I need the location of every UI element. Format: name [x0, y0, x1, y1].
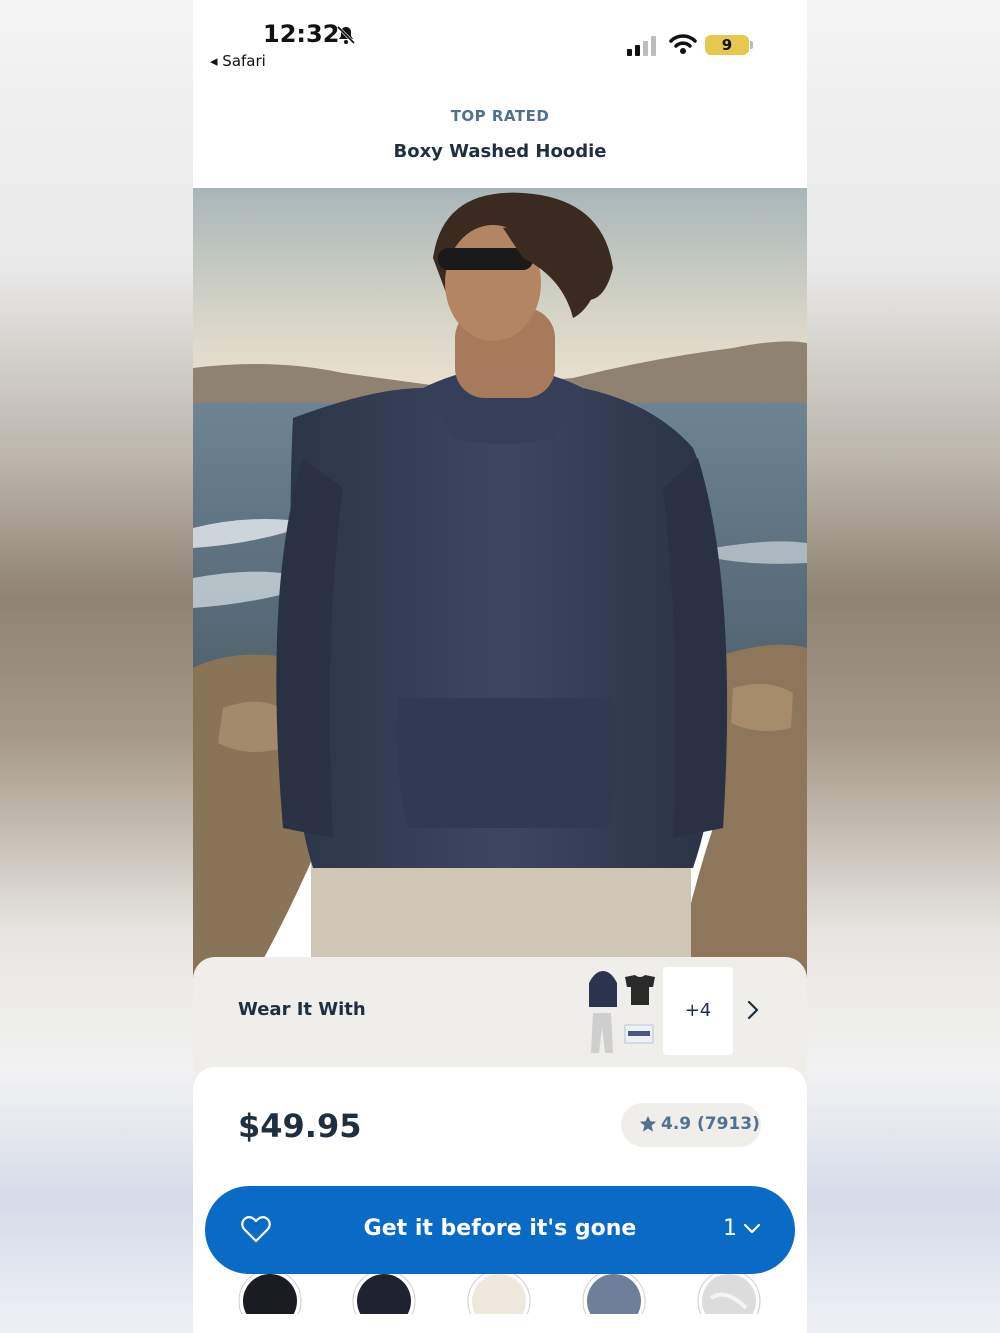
product-hero-image[interactable]	[193, 188, 807, 978]
chevron-right-icon[interactable]	[743, 999, 763, 1021]
outfit-thumbnails[interactable]	[585, 967, 657, 1057]
top-rated-tag: TOP RATED	[450, 107, 550, 125]
model-photo	[193, 188, 807, 978]
battery-tip	[750, 41, 753, 49]
wifi-icon	[669, 34, 697, 54]
status-time: 12:32	[263, 20, 340, 48]
wear-it-with-label: Wear It With	[238, 999, 366, 1020]
back-to-safari-link[interactable]: ◂ Safari	[210, 52, 266, 70]
rating-value: 4.9 (7913)	[661, 1114, 760, 1134]
navy-hoodie-thumb	[589, 971, 617, 1007]
product-price: $49.95	[238, 1107, 362, 1145]
battery-icon: 9	[705, 35, 749, 55]
cell-signal-icon	[627, 36, 656, 56]
more-items-tile[interactable]: +4	[663, 967, 733, 1055]
star-icon	[639, 1115, 657, 1132]
add-to-bag-button[interactable]: Get it before it's gone 1	[205, 1186, 795, 1274]
chevron-down-icon[interactable]	[743, 1222, 761, 1236]
quantity-value[interactable]: 1	[723, 1216, 737, 1241]
grey-sweatpants-thumb	[591, 1013, 613, 1053]
product-title: Boxy Washed Hoodie	[393, 141, 607, 162]
phone-screen: 12:32 ◂ Safari 9 TOP RATED Boxy Washed H…	[193, 0, 807, 1333]
black-tee-thumb	[625, 975, 655, 1005]
cta-label: Get it before it's gone	[363, 1216, 637, 1241]
bell-slash-icon	[336, 25, 356, 45]
rating-badge[interactable]: 4.9 (7913)	[621, 1103, 761, 1147]
